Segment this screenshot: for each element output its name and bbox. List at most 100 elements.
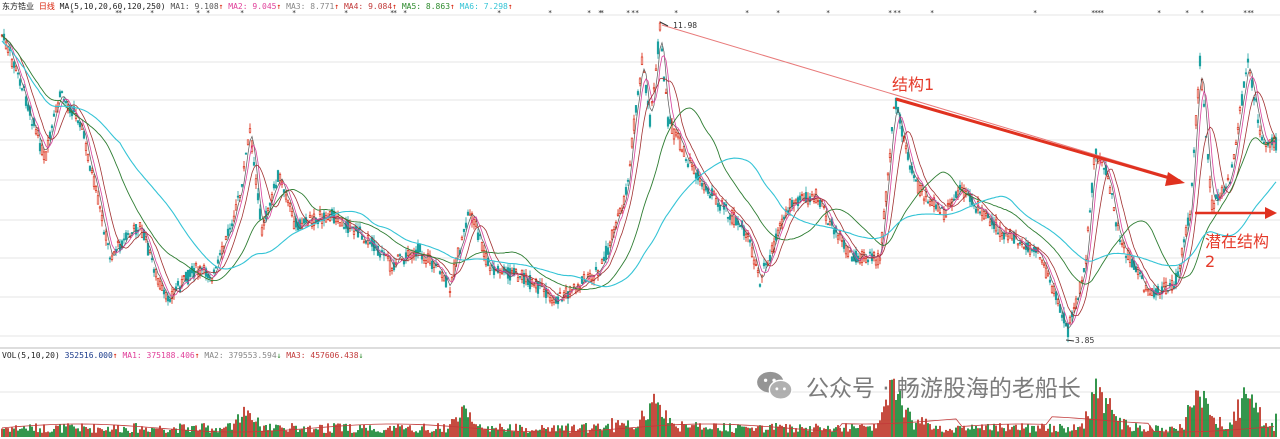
volume-bar — [491, 425, 493, 437]
volume-bar — [661, 416, 663, 437]
volume-bar — [135, 423, 137, 437]
candle-body — [268, 202, 272, 206]
stock-chart[interactable]: * ** * * * * * * ** * * * * ** * * * * * * * * * * * * **** * * * * ** — [0, 0, 1280, 439]
volume-bar — [1201, 407, 1203, 437]
volume-bar — [1135, 423, 1137, 437]
candle-body — [228, 227, 232, 230]
candle-body — [756, 270, 760, 273]
candle-body — [634, 105, 638, 113]
candle-body — [1108, 187, 1112, 194]
volume-bar — [615, 422, 617, 437]
candle-body — [30, 124, 34, 126]
volume-bar — [155, 428, 157, 437]
stock-symbol[interactable]: 东方锆业 — [2, 2, 34, 11]
candle-body — [934, 204, 938, 210]
candle-body — [762, 262, 766, 267]
candle-body — [822, 206, 826, 208]
signal-mark: * — [826, 9, 830, 17]
volume-bar — [647, 419, 649, 437]
volume-bar — [11, 427, 13, 437]
volume-bar — [851, 423, 853, 437]
volume-bar — [993, 423, 995, 437]
signal-mark: * — [626, 9, 630, 17]
volume-bar — [477, 426, 479, 437]
volume-bar — [1175, 428, 1177, 437]
volume-bar — [963, 425, 965, 437]
volume-bar — [255, 421, 257, 437]
candle-body — [1054, 291, 1058, 301]
volume-bar — [463, 405, 465, 437]
volume-bar — [737, 424, 739, 437]
volume-bar — [485, 429, 487, 437]
candle-body — [1148, 293, 1152, 296]
volume-bar — [629, 428, 631, 437]
candle-body — [1250, 79, 1254, 88]
volume-bar — [109, 431, 111, 437]
volume-bar — [619, 425, 621, 437]
volume-bar — [25, 428, 27, 437]
volume-bar — [1235, 420, 1237, 437]
volume-bar — [991, 430, 993, 437]
candle-body — [542, 289, 546, 292]
volume-bar — [1265, 423, 1267, 437]
signal-mark: * — [548, 9, 552, 17]
volume-bar — [739, 424, 741, 437]
volume-bar — [151, 427, 153, 437]
volume-bar — [985, 425, 987, 437]
candle-body — [848, 250, 852, 253]
volume-bar — [191, 426, 193, 437]
volume-bar — [865, 426, 867, 437]
volume-bar — [1037, 425, 1039, 437]
candle-body — [1162, 282, 1166, 287]
volume-bar — [153, 428, 155, 437]
volume-bar — [1065, 432, 1067, 437]
volume-bar — [1203, 390, 1205, 437]
price-candles — [0, 21, 1278, 343]
candle-body — [18, 79, 22, 86]
volume-bar — [957, 425, 959, 437]
signal-mark: * — [1033, 9, 1037, 17]
volume-bar — [429, 432, 431, 437]
candle-body — [226, 228, 230, 236]
volume-bar — [1193, 405, 1195, 437]
volume-bar — [717, 428, 719, 437]
volume-bar — [591, 428, 593, 437]
volume-bar — [1035, 431, 1037, 437]
candle-body — [308, 215, 312, 218]
volume-bar — [393, 425, 395, 437]
volume-bar — [1019, 430, 1021, 437]
period-label[interactable]: 日线 — [39, 2, 55, 11]
candle-body — [914, 179, 918, 182]
volume-bar — [1197, 390, 1199, 437]
volume-bar — [773, 429, 775, 437]
volume-bar — [41, 432, 43, 437]
volume-bar — [923, 424, 925, 437]
candle-body — [874, 259, 878, 266]
volume-bar — [731, 431, 733, 437]
volume-bar — [197, 430, 199, 437]
candle-body — [396, 254, 400, 257]
volume-bar — [955, 427, 957, 437]
candle-body — [1040, 259, 1044, 263]
volume-bar — [1041, 423, 1043, 437]
volume-bar — [337, 423, 339, 437]
candle-body — [628, 164, 632, 167]
candle-body — [536, 281, 540, 294]
volume-bar — [689, 427, 691, 437]
candle-body — [744, 233, 748, 238]
volume-bar — [53, 428, 55, 437]
volume-bar — [431, 431, 433, 437]
candle-body — [1230, 164, 1234, 168]
volume-bar — [517, 431, 519, 437]
volume-bar — [425, 430, 427, 437]
volume-bar — [543, 427, 545, 437]
volume-bar — [523, 431, 525, 437]
volume-bar — [1103, 413, 1105, 437]
volume-bar — [623, 423, 625, 437]
volume-bar — [845, 423, 847, 437]
volume-bar — [1031, 425, 1033, 437]
volume-bar — [795, 428, 797, 437]
candle-body — [1124, 255, 1128, 258]
candle-body — [158, 280, 162, 290]
volume-bar — [1249, 398, 1251, 437]
